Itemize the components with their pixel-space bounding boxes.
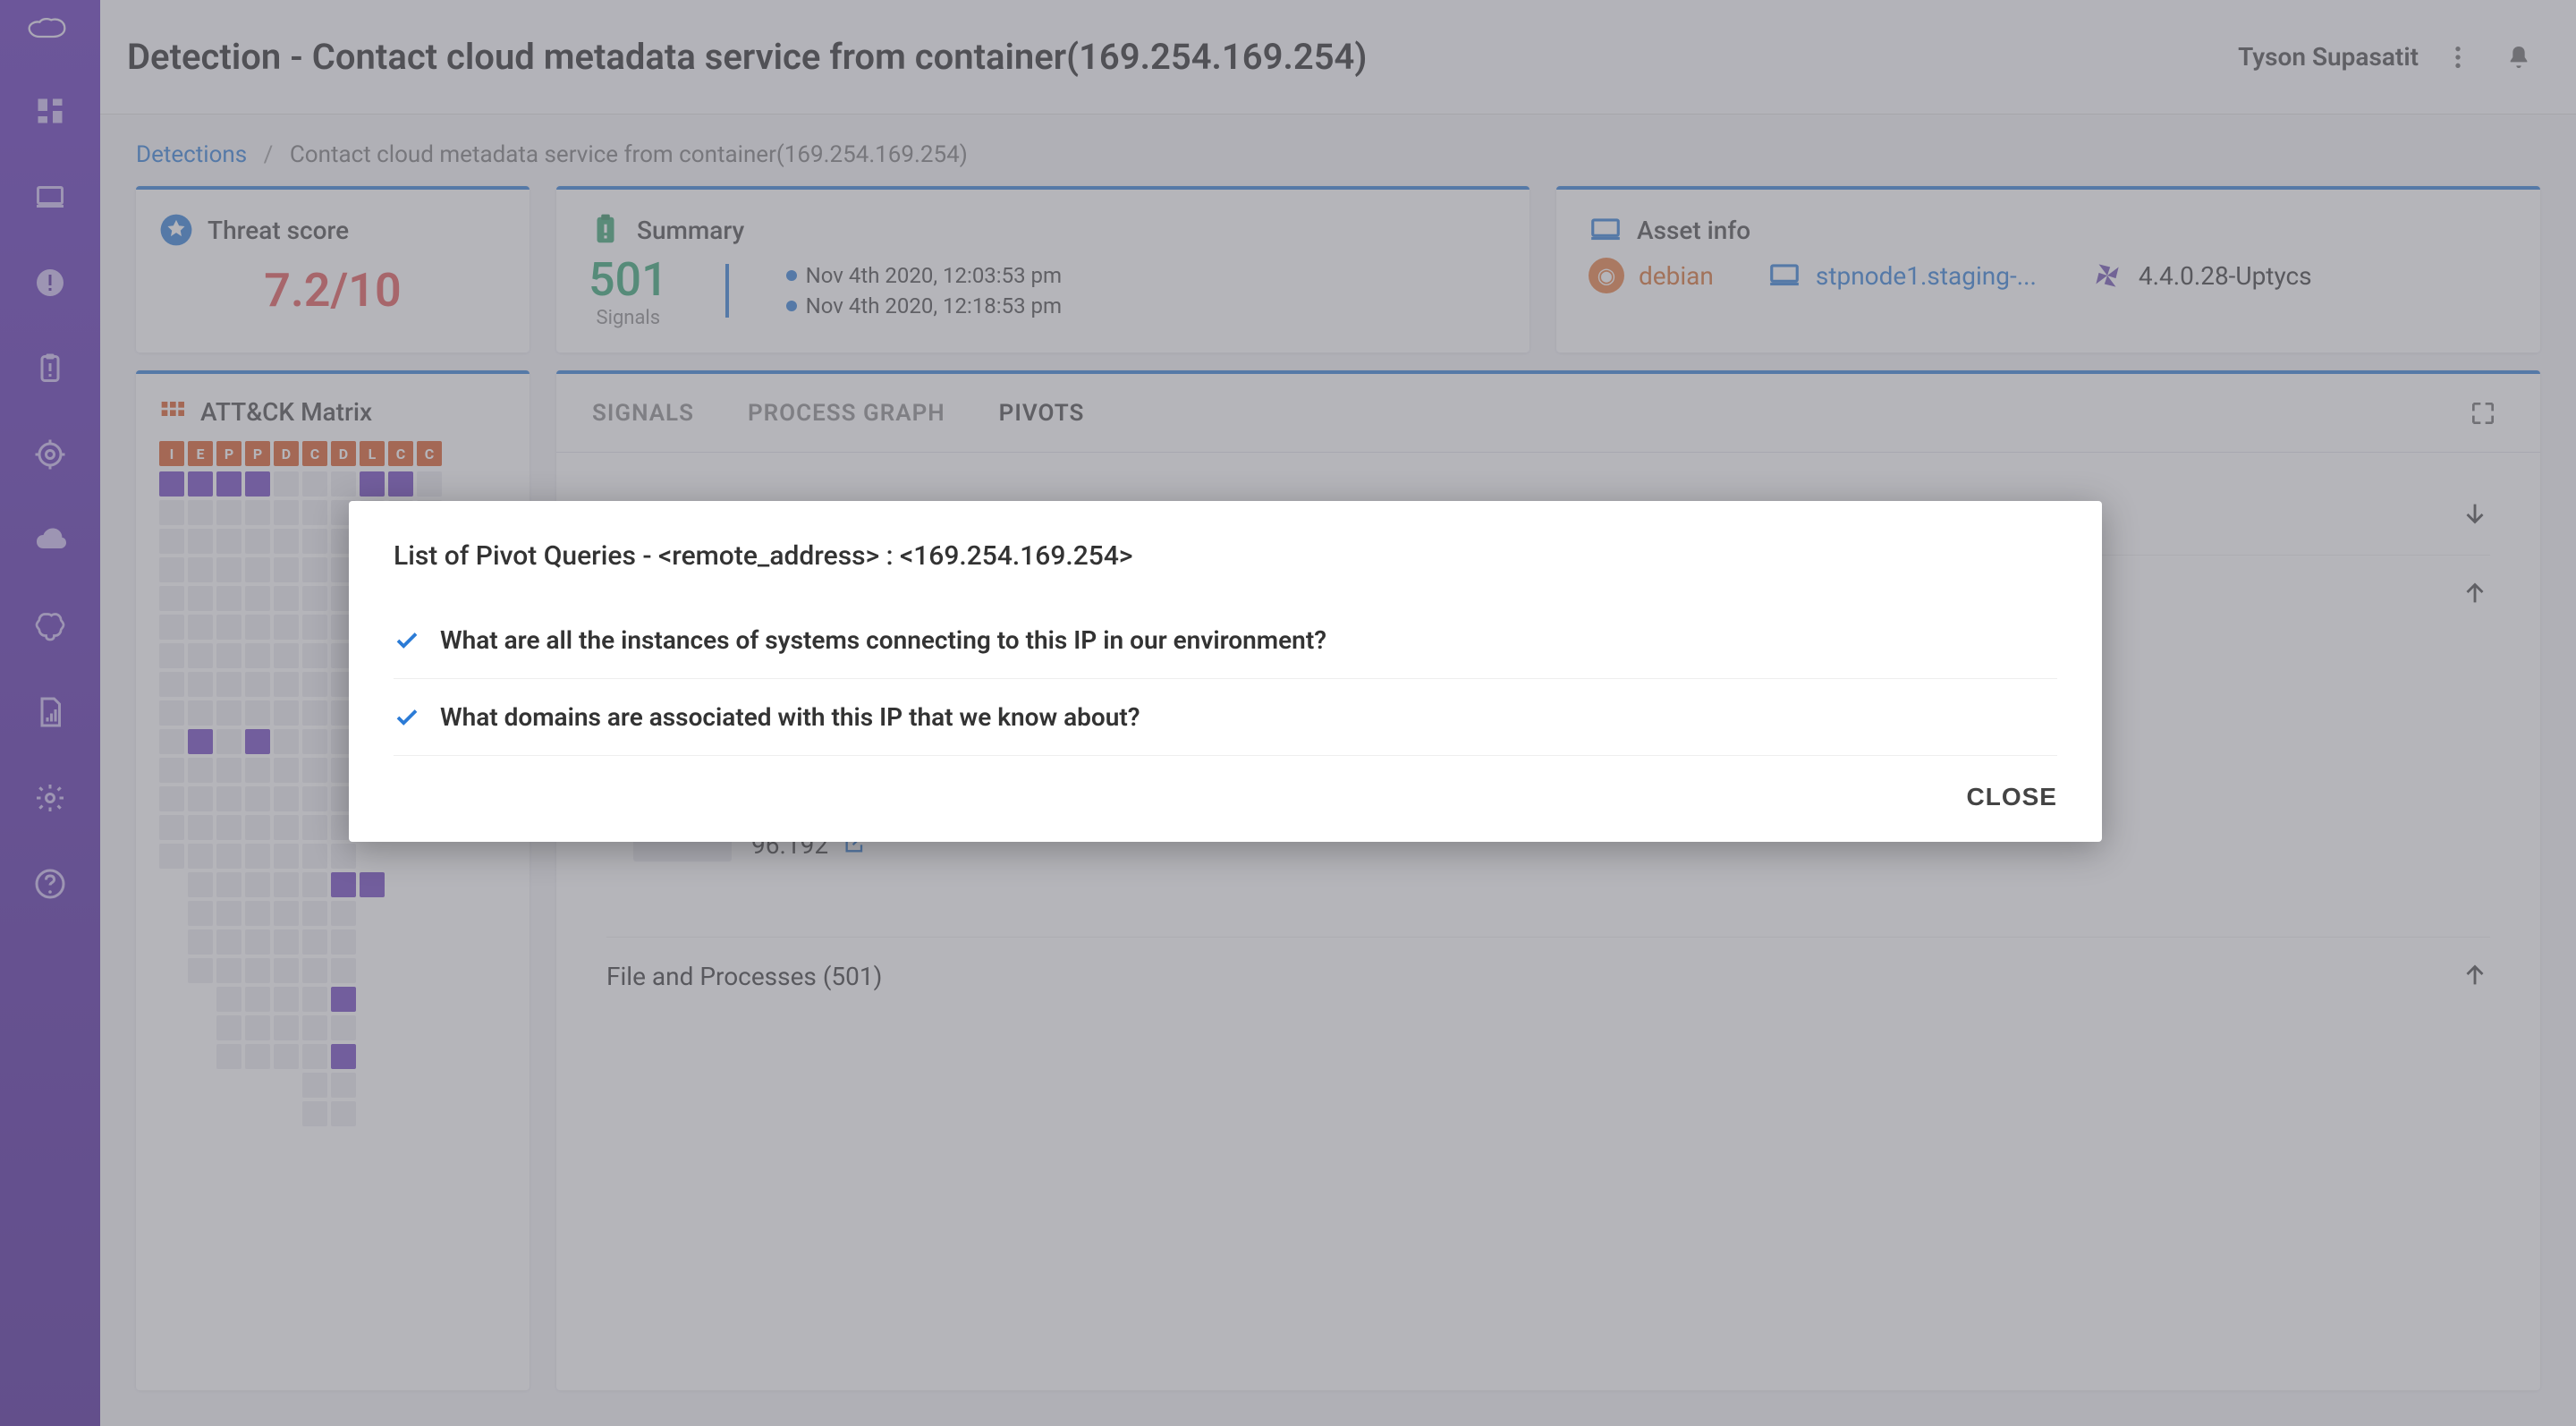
check-icon — [394, 627, 420, 654]
modal-title: List of Pivot Queries - <remote_address>… — [394, 540, 2057, 572]
pivot-query-text: What are all the instances of systems co… — [440, 625, 1326, 655]
check-icon — [394, 704, 420, 731]
pivot-queries-modal: List of Pivot Queries - <remote_address>… — [349, 501, 2102, 842]
pivot-query-row[interactable]: What domains are associated with this IP… — [394, 679, 2057, 756]
pivot-query-row[interactable]: What are all the instances of systems co… — [394, 602, 2057, 679]
pivot-query-text: What domains are associated with this IP… — [440, 702, 1140, 732]
modal-overlay[interactable]: List of Pivot Queries - <remote_address>… — [0, 0, 2576, 1426]
close-button[interactable]: CLOSE — [1967, 783, 2057, 811]
